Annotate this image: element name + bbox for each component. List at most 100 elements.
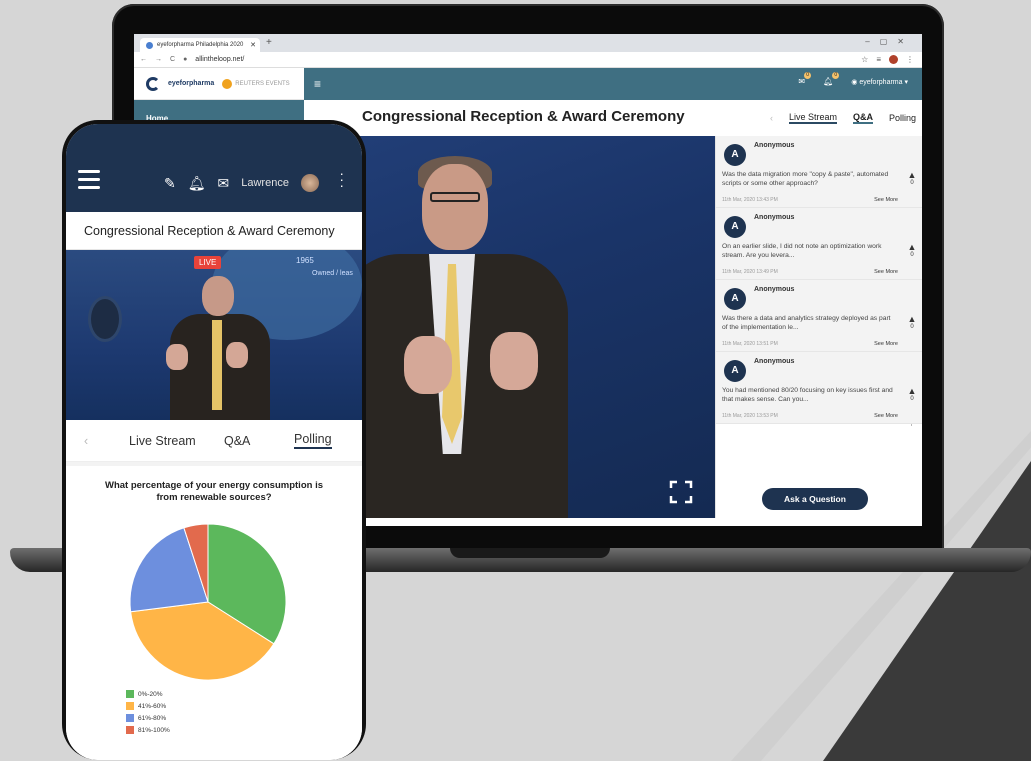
question-time: 11th Mar, 2020 13:51 PM: [722, 341, 778, 347]
question-time: 11th Mar, 2020 13:43 PM: [722, 197, 778, 203]
lock-icon: ●: [183, 56, 188, 63]
phone-chevron-left-icon[interactable]: ‹: [84, 434, 88, 448]
speaker-head: [202, 276, 234, 316]
question-text: On an earlier slide, I did not note an o…: [722, 243, 882, 259]
fullscreen-icon[interactable]: [669, 480, 693, 504]
speaker-hand-right: [490, 332, 538, 390]
question-item[interactable]: A Anonymous Was there a data and analyti…: [716, 280, 922, 352]
profile-avatar[interactable]: [889, 55, 898, 64]
see-more-link[interactable]: See More: [874, 197, 898, 203]
close-tab-icon[interactable]: ✕: [250, 41, 256, 49]
user-menu[interactable]: ◉ eyeforpharma ▾: [851, 78, 908, 86]
window-controls[interactable]: –▢✕: [865, 37, 914, 46]
wall-clock: [88, 296, 122, 342]
forward-icon[interactable]: →: [155, 56, 162, 63]
phone-page-title: Congressional Reception & Award Ceremony: [66, 212, 362, 250]
bookmark-star-icon[interactable]: ☆: [861, 55, 868, 64]
phone-mail-icon[interactable]: ✉: [218, 175, 230, 192]
upvote-button[interactable]: ▲ 0: [906, 170, 918, 186]
legend-item: 81%-100%: [126, 726, 170, 734]
legend-swatch: [126, 690, 134, 698]
phone-avatar[interactable]: [300, 174, 319, 192]
bell-badge: 0: [832, 72, 840, 79]
bell-icon[interactable]: 🔔︎ 0: [823, 72, 840, 86]
legend-label: 81%-100%: [138, 726, 170, 734]
question-text: Was there a data and analytics strategy …: [722, 315, 891, 331]
browser-tab[interactable]: eyeforpharma Philadelphia 2020 ✕: [140, 38, 260, 52]
see-more-link[interactable]: See More: [874, 341, 898, 347]
legend-item: 61%-80%: [126, 714, 170, 722]
compose-icon[interactable]: ✎: [164, 175, 176, 192]
legend-swatch: [126, 714, 134, 722]
see-more-link[interactable]: See More: [874, 269, 898, 275]
logo-area: eyeforpharma REUTERS EVENTS: [134, 68, 304, 100]
upvote-arrow-icon: ▲: [907, 386, 917, 396]
tab-live-stream[interactable]: Live Stream: [788, 112, 837, 124]
reuters-logo-icon: [222, 78, 233, 89]
phone-frame: ✎ 🔔︎ ✉ Lawrence · · · Congressional Recept…: [62, 120, 366, 760]
phone-menu-icon[interactable]: [78, 170, 100, 189]
url-field[interactable]: allintheloop.net/: [195, 56, 244, 63]
mail-icon[interactable]: ✉ 0: [798, 72, 812, 86]
phone-bell-icon[interactable]: 🔔︎: [188, 175, 206, 192]
tab-polling[interactable]: Polling: [889, 113, 916, 123]
menu-icon[interactable]: ≡: [314, 77, 321, 91]
upvote-button[interactable]: ▲ 0: [906, 314, 918, 330]
phone-screen: ✎ 🔔︎ ✉ Lawrence · · · Congressional Recept…: [66, 124, 362, 760]
question-author: Anonymous: [754, 214, 795, 221]
legend-label: 61%-80%: [138, 714, 167, 722]
ask-question-button[interactable]: Ask a Question: [762, 488, 868, 510]
upvote-count: 0: [910, 180, 914, 186]
phone-tab-polling[interactable]: Polling: [294, 432, 332, 449]
upvote-arrow-icon: ▲: [907, 170, 917, 180]
more-options-icon[interactable]: · · ·: [339, 166, 344, 192]
question-avatar: A: [724, 288, 746, 310]
speaker-head: [422, 164, 488, 250]
legend-swatch: [126, 726, 134, 734]
favicon-icon: [146, 41, 153, 49]
see-more-link[interactable]: See More: [874, 413, 898, 419]
legend-label: 0%-20%: [138, 690, 163, 698]
partner-logo: REUTERS EVENTS: [222, 78, 290, 89]
question-item[interactable]: A Anonymous Was the data migration more …: [716, 136, 922, 208]
laptop-notch: [450, 548, 610, 558]
page-title: Congressional Reception & Award Ceremony: [362, 108, 685, 125]
browser-tab-title: eyeforpharma Philadelphia 2020: [157, 42, 244, 48]
reload-icon[interactable]: C: [170, 56, 175, 63]
question-avatar: A: [724, 144, 746, 166]
speaker-tie: [212, 320, 222, 410]
new-tab-icon[interactable]: +: [266, 37, 272, 48]
eyeforpharma-logo-icon: [146, 76, 160, 91]
phone-tab-qa[interactable]: Q&A: [224, 434, 250, 448]
legend-item: 41%-60%: [126, 702, 170, 710]
question-text: You had mentioned 80/20 focusing on key …: [722, 387, 893, 403]
reading-list-icon[interactable]: ≡: [876, 55, 881, 64]
question-item[interactable]: A Anonymous On an earlier slide, I did n…: [716, 208, 922, 280]
partner-logo-text: REUTERS EVENTS: [235, 80, 290, 87]
video-year-text: 1965: [296, 256, 314, 265]
phone-video-player[interactable]: 1965 Owned / leas LIVE: [66, 250, 362, 420]
question-time: 11th Mar, 2020 13:53 PM: [722, 413, 778, 419]
question-avatar: A: [724, 216, 746, 238]
speaker-glasses: [430, 192, 480, 202]
poll-legend: 0%-20% 41%-60% 61%-80% 81%-100%: [126, 690, 170, 738]
question-item[interactable]: A Anonymous You had mentioned 80/20 focu…: [716, 352, 922, 424]
phone-user-name[interactable]: Lawrence: [241, 177, 289, 189]
chevron-left-icon[interactable]: ‹: [770, 113, 773, 123]
upvote-arrow-icon: ▲: [907, 314, 917, 324]
back-icon[interactable]: ←: [140, 56, 147, 63]
browser-menu-icon[interactable]: ⋮: [906, 55, 914, 64]
phone-tab-live-stream[interactable]: Live Stream: [129, 434, 196, 448]
poll-question: What percentage of your energy consumpti…: [104, 480, 323, 503]
browser-tab-strip: eyeforpharma Philadelphia 2020 ✕ + –▢✕: [134, 34, 922, 52]
tab-qa[interactable]: Q&A: [852, 112, 873, 124]
user-menu-label: eyeforpharma: [859, 78, 903, 86]
question-avatar: A: [724, 360, 746, 382]
main-content: Congressional Reception & Award Ceremony…: [304, 100, 922, 518]
upvote-button[interactable]: ▲ 0: [906, 386, 918, 402]
phone-header-actions: ✎ 🔔︎ ✉ Lawrence: [164, 174, 319, 192]
upvote-button[interactable]: ▲ 0: [906, 242, 918, 258]
qa-panel: A Anonymous Was the data migration more …: [715, 136, 922, 518]
upvote-arrow-icon: ▲: [907, 242, 917, 252]
speaker-hand-left: [166, 344, 188, 370]
